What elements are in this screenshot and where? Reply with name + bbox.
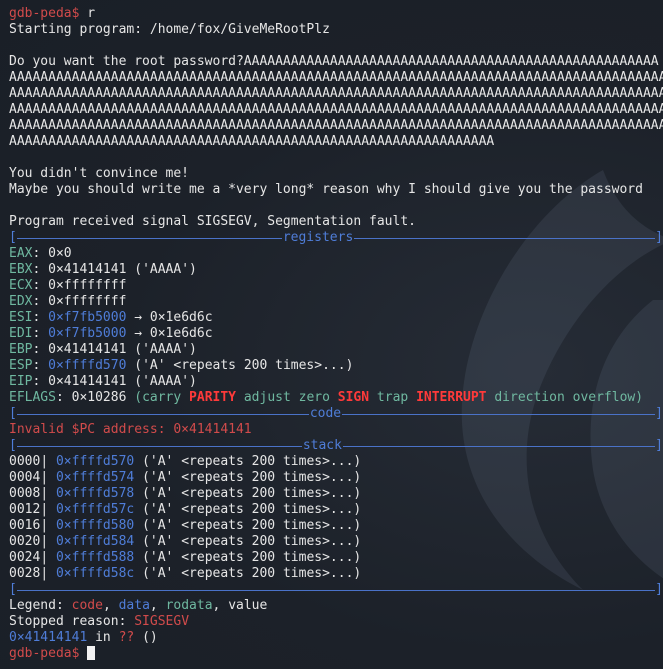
gdb-prompt: gdb-peda$ — [9, 646, 88, 661]
input-line: AAAAAAAAAAAAAAAAAAAAAAAAAAAAAAAAAAAAAAAA… — [9, 102, 663, 117]
arrow-right-icon: → — [134, 310, 143, 325]
register-ebx: EBX: 0×41414141 ('AAAA') — [9, 262, 197, 277]
invalid-pc-message: Invalid $PC address: 0×41414141 — [9, 422, 252, 437]
starting-program-line: Starting program: /home/fox/GiveMeRootPl… — [9, 22, 330, 37]
stack-row: 0012| 0×ffffd57c ('A' <repeats 200 times… — [9, 502, 362, 517]
register-eip: EIP: 0×41414141 ('AAAA') — [9, 374, 197, 389]
terminal-window[interactable]: gdb-peda$ r Starting program: /home/fox/… — [0, 0, 663, 669]
stack-row: 0028| 0×ffffd58c ('A' <repeats 200 times… — [9, 566, 362, 581]
command-text: r — [87, 6, 96, 21]
register-edi: EDI: 0×f7fb5000 → 0×1e6d6c — [9, 326, 213, 341]
command-line: gdb-peda$ r — [9, 6, 663, 22]
register-eflags: EFLAGS: 0×10286 (carry PARITY adjust zer… — [9, 390, 644, 405]
signal-line: Program received signal SIGSEGV, Segment… — [9, 214, 416, 229]
closing-separator: [ ] — [9, 582, 663, 597]
stack-row: 0020| 0×ffffd584 ('A' <repeats 200 times… — [9, 534, 362, 549]
program-message: You didn't convince me! — [9, 166, 190, 181]
gdb-prompt: gdb-peda$ — [9, 6, 88, 21]
registers-header: registers — [282, 230, 354, 245]
input-line: AAAAAAAAAAAAAAAAAAAAAAAAAAAAAAAAAAAAAAAA… — [9, 118, 663, 133]
input-prompt-line[interactable]: gdb-peda$ — [9, 646, 663, 662]
stack-row: 0000| 0×ffffd570 ('A' <repeats 200 times… — [9, 454, 362, 469]
register-esi: ESI: 0×f7fb5000 → 0×1e6d6c — [9, 310, 213, 325]
stack-row: 0004| 0×ffffd574 ('A' <repeats 200 times… — [9, 470, 362, 485]
registers-separator: [ registers ] — [9, 230, 663, 245]
frame-line: 0×41414141 in ?? () — [9, 630, 158, 645]
register-ebp: EBP: 0×41414141 ('AAAA') — [9, 342, 197, 357]
stack-row: 0008| 0×ffffd578 ('A' <repeats 200 times… — [9, 486, 362, 501]
register-eax: EAX: 0×0 — [9, 246, 72, 261]
register-ecx: ECX: 0×ffffffff — [9, 278, 127, 293]
register-esp: ESP: 0×ffffd570 ('A' <repeats 200 times>… — [9, 358, 354, 373]
input-line: Do you want the root password?AAAAAAAAAA… — [9, 54, 659, 69]
code-separator: [ code ] — [9, 406, 663, 421]
code-header: code — [309, 406, 342, 421]
stack-header: stack — [302, 438, 342, 453]
text-cursor — [87, 646, 96, 660]
arrow-right-icon: → — [134, 326, 143, 341]
input-line: AAAAAAAAAAAAAAAAAAAAAAAAAAAAAAAAAAAAAAAA… — [9, 70, 663, 85]
input-line: AAAAAAAAAAAAAAAAAAAAAAAAAAAAAAAAAAAAAAAA… — [9, 134, 495, 149]
stack-row: 0016| 0×ffffd580 ('A' <repeats 200 times… — [9, 518, 362, 533]
stopped-reason-line: Stopped reason: SIGSEGV — [9, 614, 190, 629]
stack-separator: [ stack ] — [9, 438, 663, 453]
legend-line: Legend: code, data, rodata, value — [9, 598, 268, 613]
terminal-output: gdb-peda$ r Starting program: /home/fox/… — [9, 6, 663, 662]
register-edx: EDX: 0×ffffffff — [9, 294, 127, 309]
input-line: AAAAAAAAAAAAAAAAAAAAAAAAAAAAAAAAAAAAAAAA… — [9, 86, 663, 101]
stack-row: 0024| 0×ffffd588 ('A' <repeats 200 times… — [9, 550, 362, 565]
program-message: Maybe you should write me a *very long* … — [9, 182, 643, 197]
